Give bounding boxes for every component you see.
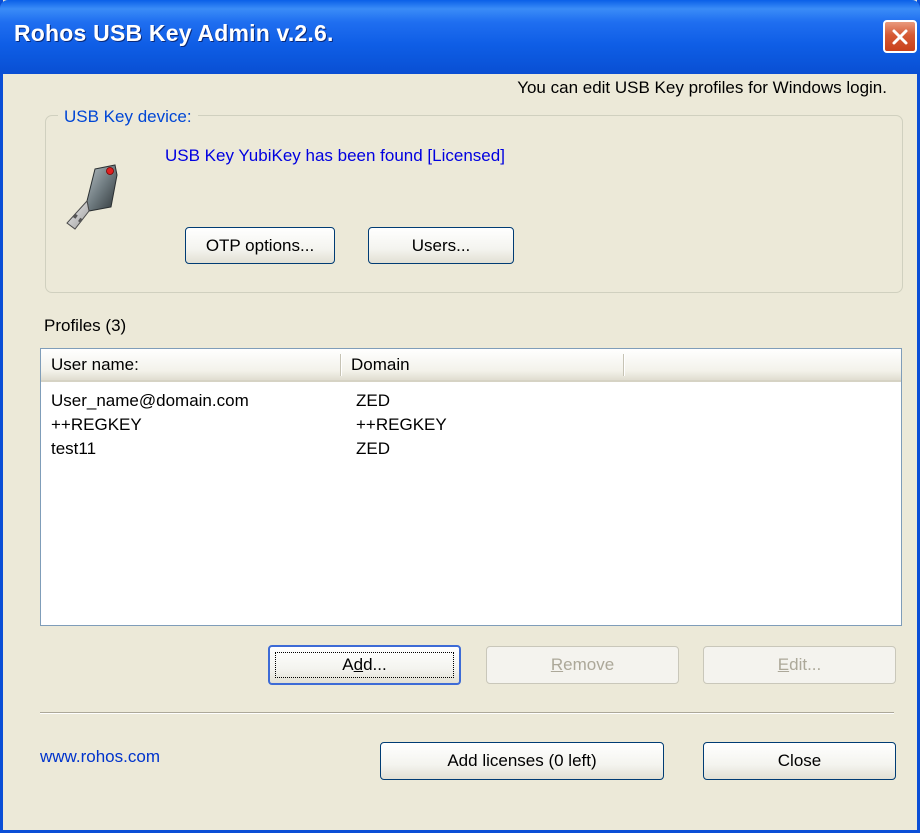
column-header-empty[interactable] <box>624 349 902 380</box>
rohos-admin-window: Rohos USB Key Admin v.2.6. You can edit … <box>0 0 920 833</box>
users-button[interactable]: Users... <box>368 227 514 264</box>
list-item[interactable]: User_name@domain.com ZED <box>41 391 901 412</box>
profile-domain: ZED <box>356 391 390 410</box>
hint-text: You can edit USB Key profiles for Window… <box>517 78 887 97</box>
column-header-user-name[interactable]: User name: <box>41 349 340 380</box>
close-button[interactable]: Close <box>703 742 896 780</box>
website-link[interactable]: www.rohos.com <box>40 747 160 767</box>
profile-domain: ZED <box>356 439 390 458</box>
profile-user-name: ++REGKEY <box>51 415 142 434</box>
users-label: Users... <box>411 235 471 255</box>
profile-user-name: test11 <box>51 439 97 458</box>
otp-options-label: OTP options... <box>205 235 315 255</box>
profiles-count-label: Profiles (3) <box>44 316 127 335</box>
title-bar[interactable]: Rohos USB Key Admin v.2.6. <box>0 0 920 74</box>
device-status-message: USB Key YubiKey has been found [Licensed… <box>165 146 505 165</box>
column-header-domain[interactable]: Domain <box>341 349 623 380</box>
profiles-list[interactable]: User name: Domain User_name@domain.com Z… <box>40 348 902 626</box>
usb-device-group <box>45 115 903 293</box>
add-profile-button[interactable]: Add... <box>268 645 461 685</box>
list-item[interactable]: test11 ZED <box>41 439 901 460</box>
add-licenses-button[interactable]: Add licenses (0 left) <box>380 742 664 780</box>
profile-domain: ++REGKEY <box>356 415 447 434</box>
close-window-button[interactable] <box>883 20 917 53</box>
window-title: Rohos USB Key Admin v.2.6. <box>14 20 334 46</box>
otp-options-button[interactable]: OTP options... <box>185 227 335 264</box>
column-header-user-name-label: User name: <box>51 355 139 374</box>
usb-device-group-label: USB Key device: <box>58 107 198 127</box>
profiles-list-header: User name: Domain <box>41 349 901 382</box>
focus-indicator <box>275 652 454 678</box>
profile-user-name: User_name@domain.com <box>51 391 249 410</box>
add-licenses-label: Add licenses (0 left) <box>447 751 597 770</box>
usb-key-icon <box>66 164 118 230</box>
close-icon <box>892 29 908 44</box>
footer-separator <box>40 712 894 714</box>
edit-profile-button[interactable]: Edit... <box>703 646 896 684</box>
column-header-domain-label: Domain <box>351 355 410 374</box>
edit-profile-label: Edit... <box>777 655 822 674</box>
remove-profile-label: Remove <box>550 655 615 674</box>
remove-profile-button[interactable]: Remove <box>486 646 679 684</box>
list-item[interactable]: ++REGKEY ++REGKEY <box>41 415 901 436</box>
close-button-label: Close <box>777 751 822 770</box>
